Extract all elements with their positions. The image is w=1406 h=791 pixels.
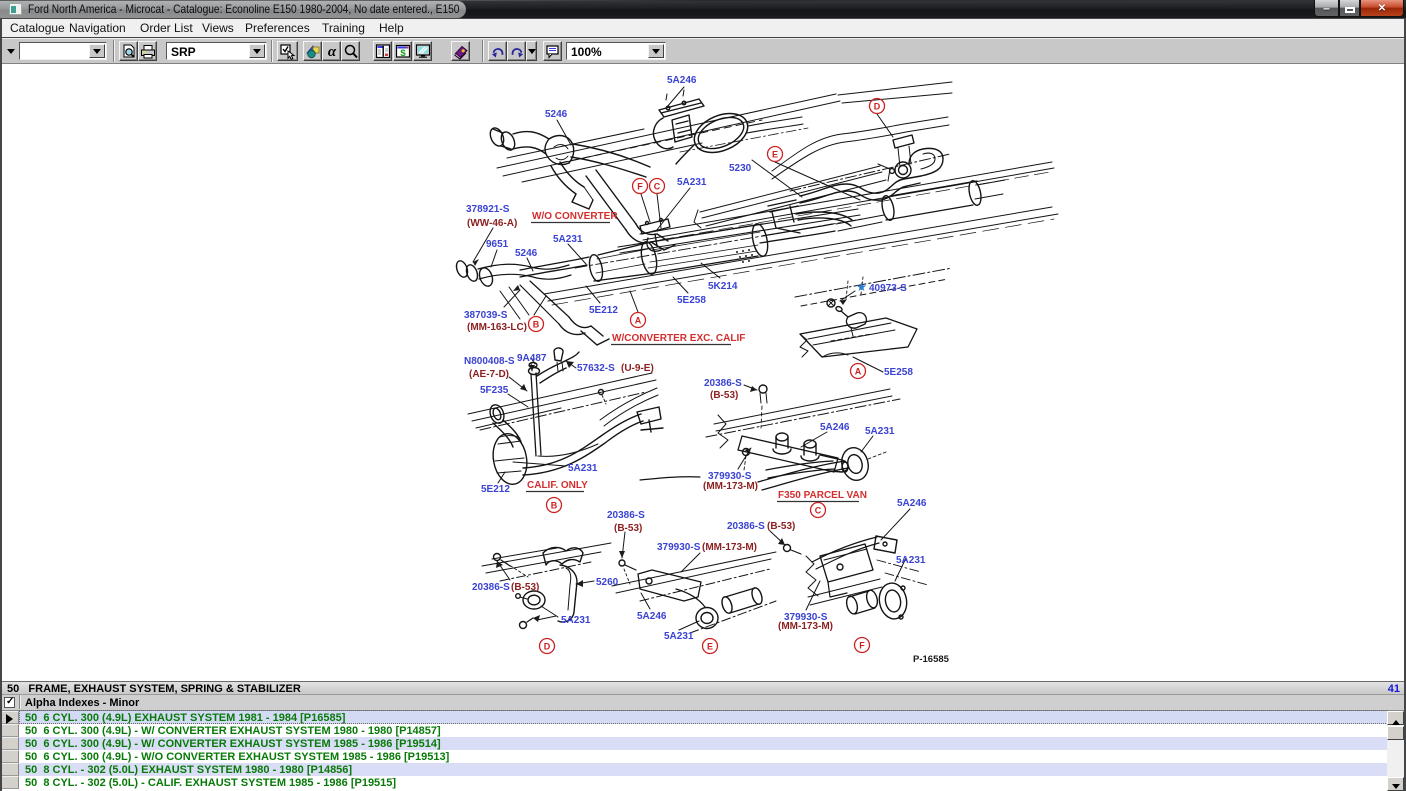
svg-text:C: C [654,182,661,192]
svg-text:20386-S: 20386-S [607,510,645,521]
svg-text:5E212: 5E212 [589,305,618,316]
svg-text:5230: 5230 [729,163,752,174]
svg-text:(MM-173-M): (MM-173-M) [703,481,758,492]
svg-text:20386-S: 20386-S [727,521,765,532]
svg-text:P-16585: P-16585 [913,654,950,665]
svg-text:A: A [855,367,862,377]
svg-text:40973-S: 40973-S [869,283,907,294]
svg-text:F: F [859,641,865,651]
svg-text:387039-S: 387039-S [464,310,508,321]
svg-text:C: C [815,506,822,516]
svg-text:(B-53): (B-53) [511,582,539,593]
svg-text:(B-53): (B-53) [614,523,642,534]
svg-text:D: D [874,102,881,112]
svg-text:F350 PARCEL VAN: F350 PARCEL VAN [778,490,867,501]
svg-text:(AE-7-D): (AE-7-D) [469,369,509,380]
svg-text:5246: 5246 [545,109,568,120]
svg-text:E: E [707,642,713,652]
svg-text:D: D [544,642,551,652]
svg-text:(MM-163-LC): (MM-163-LC) [467,322,527,333]
svg-text:57632-S: 57632-S [577,363,615,374]
svg-text:5A231: 5A231 [553,234,583,245]
svg-text:9651: 9651 [486,239,509,250]
svg-text:(WW-46-A): (WW-46-A) [467,218,517,229]
svg-text:A: A [635,316,642,326]
svg-text:5246: 5246 [515,248,538,259]
svg-text:5A231: 5A231 [865,426,895,437]
svg-text:5E258: 5E258 [884,367,913,378]
svg-text:F: F [637,182,643,192]
svg-text:5A231: 5A231 [561,615,591,626]
svg-text:5A231: 5A231 [568,463,598,474]
svg-text:5260: 5260 [596,577,619,588]
svg-text:20386-S: 20386-S [704,378,742,389]
svg-text:5E212: 5E212 [481,484,510,495]
svg-text:(MM-173-M): (MM-173-M) [702,542,757,553]
svg-text:5A231: 5A231 [664,631,694,642]
svg-text:B: B [533,320,540,330]
svg-text:N800408-S: N800408-S [464,356,515,367]
svg-text:5E258: 5E258 [677,295,706,306]
svg-text:(B-53): (B-53) [710,390,738,401]
svg-text:W/O CONVERTER: W/O CONVERTER [532,211,618,222]
svg-text:5K214: 5K214 [708,281,738,292]
svg-text:5A246: 5A246 [667,75,697,86]
svg-text:W/CONVERTER EXC. CALIF: W/CONVERTER EXC. CALIF [612,333,745,344]
svg-text:α: α [328,44,337,60]
svg-text:379930-S: 379930-S [657,542,701,553]
svg-text:(MM-173-M): (MM-173-M) [778,621,833,632]
svg-text:9A487: 9A487 [517,353,547,364]
svg-text:$: $ [400,48,406,59]
svg-text:5A246: 5A246 [637,611,667,622]
svg-text:(B-53): (B-53) [767,521,795,532]
svg-text:E: E [772,150,778,160]
svg-text:(U-9-E): (U-9-E) [621,363,654,374]
svg-text:5F235: 5F235 [480,385,509,396]
svg-text:5A231: 5A231 [677,177,707,188]
svg-text:5A231: 5A231 [896,555,926,566]
svg-text:CALIF. ONLY: CALIF. ONLY [527,480,588,491]
svg-text:B: B [551,501,558,511]
svg-text:5A246: 5A246 [820,422,850,433]
svg-text:378921-S: 378921-S [466,204,510,215]
svg-text:20386-S: 20386-S [472,582,510,593]
svg-text:5A246: 5A246 [897,498,927,509]
